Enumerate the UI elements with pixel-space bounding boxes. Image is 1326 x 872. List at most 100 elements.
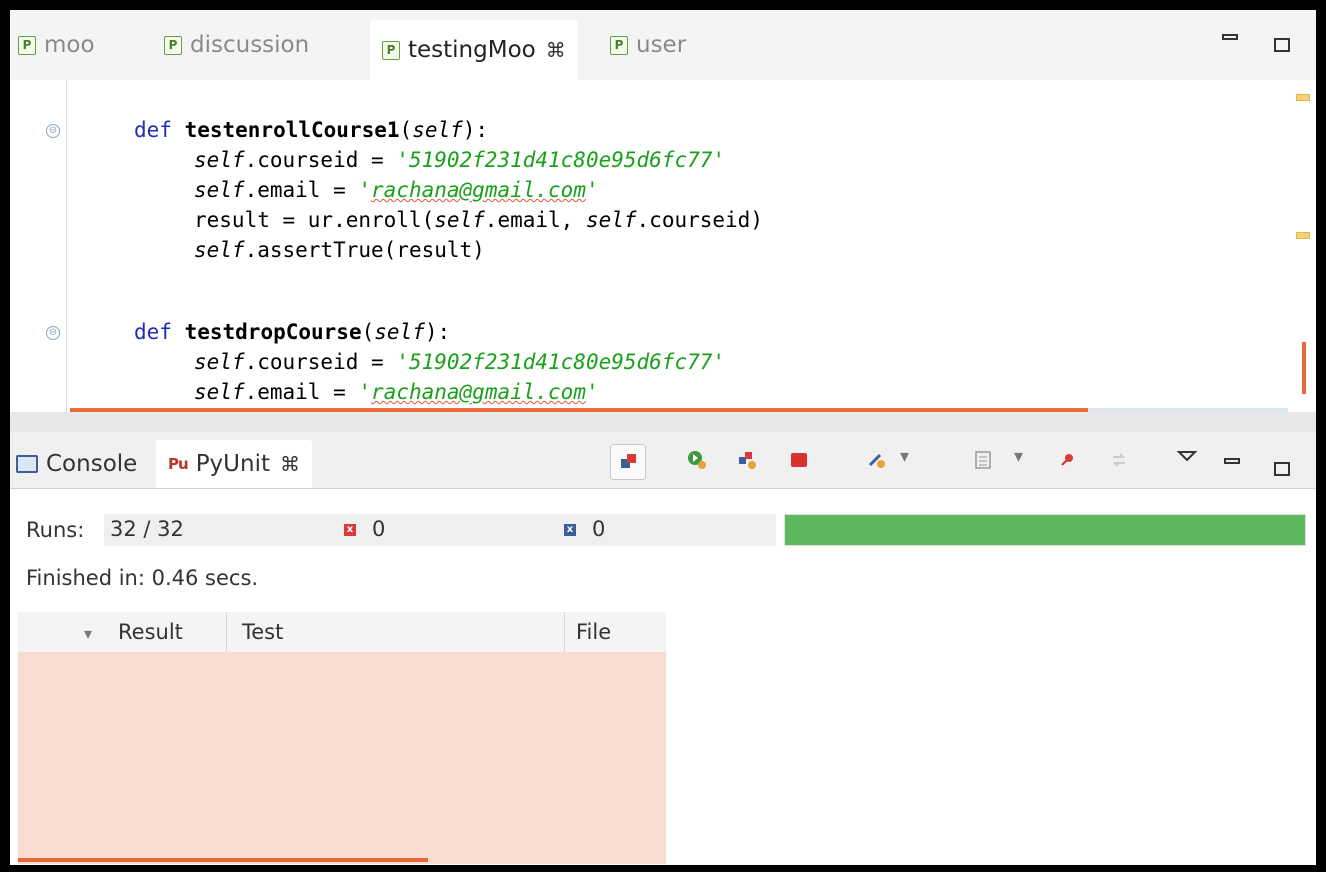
code-token: self xyxy=(434,208,485,232)
string-literal: ' xyxy=(585,380,599,404)
stop-icon[interactable] xyxy=(788,449,810,471)
code-token: self xyxy=(194,178,245,202)
string-literal: ' xyxy=(358,380,372,404)
code-line: def testdropCourse(self): xyxy=(134,320,450,344)
history-dropdown-icon[interactable]: ▾ xyxy=(900,446,909,467)
code-editor[interactable]: ⊖ ⊖ def testenrollCourse1(self): self.co… xyxy=(10,80,1316,412)
column-header-file[interactable]: File xyxy=(576,620,611,644)
warning-marker[interactable] xyxy=(1296,94,1310,101)
code-line: result = ur.enroll(self.email, self.cour… xyxy=(194,208,763,232)
column-header-result[interactable]: Result xyxy=(118,620,183,644)
code-token: .email = xyxy=(244,178,359,202)
failures-count: 0 xyxy=(592,517,606,541)
code-token: .courseid) xyxy=(636,208,763,232)
rerun-failed-icon[interactable] xyxy=(736,449,758,471)
panel-tab-bar: Console Pu PyUnit ⌘ ▾ ▾ xyxy=(10,432,1316,489)
maximize-icon[interactable] xyxy=(1274,38,1290,52)
code-token: .assertTrue(result) xyxy=(244,238,485,262)
string-literal: '51902f231d41c80e95d6fc77' xyxy=(396,350,726,374)
results-table-header: ▾ Result Test File xyxy=(18,612,666,653)
failures-field: x 0 xyxy=(556,514,776,546)
errors-field: x 0 xyxy=(336,514,556,546)
runs-label: Runs: xyxy=(26,518,85,542)
code-line: self.courseid = '51902f231d41c80e95d6fc7… xyxy=(194,148,725,172)
python-file-icon: P xyxy=(610,35,628,55)
code-token: .email = xyxy=(244,380,359,404)
console-icon xyxy=(16,455,38,473)
failure-icon: x xyxy=(564,524,576,536)
tab-console[interactable]: Console xyxy=(16,440,137,488)
pin-icon[interactable] xyxy=(1056,449,1078,471)
rerun-tests-icon[interactable] xyxy=(686,449,708,471)
column-header-test[interactable]: Test xyxy=(242,620,283,644)
code-line: self.assertTrue(result) xyxy=(194,238,485,262)
code-token: .courseid = xyxy=(244,350,397,374)
maximize-icon[interactable] xyxy=(1274,462,1290,476)
scroll-position-marker[interactable] xyxy=(1302,342,1306,394)
sync-icon[interactable] xyxy=(1108,449,1130,471)
function-name: testenrollCourse1 xyxy=(184,118,400,142)
results-table-body[interactable] xyxy=(18,652,666,864)
code-token: self xyxy=(194,238,245,262)
code-token: ): xyxy=(462,118,489,142)
tab-label: discussion xyxy=(190,32,310,58)
code-token: self xyxy=(194,380,245,404)
tab-testingmoo[interactable]: P testingMoo ⌘ xyxy=(370,20,578,80)
ide-window: P moo P discussion P testingMoo ⌘ P user… xyxy=(6,6,1320,869)
tab-user[interactable]: P user xyxy=(610,24,686,66)
python-file-icon: P xyxy=(164,35,182,55)
failures-filter-icon xyxy=(621,454,636,468)
tab-label: PyUnit xyxy=(195,451,270,477)
code-token: ): xyxy=(424,320,451,344)
layout-dropdown-icon[interactable]: ▾ xyxy=(1014,446,1023,467)
keyword: def xyxy=(134,118,172,142)
code-line: self.courseid = '51902f231d41c80e95d6fc7… xyxy=(194,350,725,374)
minimize-icon[interactable] xyxy=(1222,34,1238,40)
tab-label: user xyxy=(636,32,687,58)
column-dropdown-icon[interactable]: ▾ xyxy=(84,624,92,643)
code-token: self xyxy=(585,208,637,232)
warning-marker[interactable] xyxy=(1296,232,1310,239)
results-horizontal-scrollbar[interactable] xyxy=(18,858,428,862)
tab-moo[interactable]: P moo xyxy=(18,24,95,66)
show-failures-only-button[interactable] xyxy=(610,444,646,480)
code-token: .courseid = xyxy=(244,148,397,172)
runs-field: 32 / 32 xyxy=(104,514,336,546)
view-menu-icon[interactable] xyxy=(972,449,994,471)
code-token: self xyxy=(194,350,245,374)
close-tab-icon[interactable]: ⌘ xyxy=(546,38,566,62)
editor-tab-bar: P moo P discussion P testingMoo ⌘ P user xyxy=(10,10,1316,80)
code-token: ( xyxy=(361,320,375,344)
python-file-icon: P xyxy=(18,35,36,55)
code-line: def testenrollCourse1(self): xyxy=(134,118,488,142)
string-literal: ' xyxy=(358,178,372,202)
code-token: .email, xyxy=(484,208,586,232)
panel-divider[interactable] xyxy=(10,412,1316,432)
function-name: testdropCourse xyxy=(184,320,362,344)
view-menu-dropdown-icon[interactable] xyxy=(1176,446,1198,468)
string-literal: rachana@gmail.com xyxy=(371,178,586,202)
overview-ruler[interactable] xyxy=(1296,80,1316,412)
close-tab-icon[interactable]: ⌘ xyxy=(280,452,300,476)
string-literal: '51902f231d41c80e95d6fc77' xyxy=(396,148,726,172)
history-icon[interactable] xyxy=(866,449,888,471)
code-token: self xyxy=(374,320,425,344)
minimize-icon[interactable] xyxy=(1224,458,1240,464)
code-line: self.email = 'rachana@gmail.com' xyxy=(194,380,599,404)
column-separator[interactable] xyxy=(226,612,227,652)
tab-discussion[interactable]: P discussion xyxy=(164,24,309,66)
runs-value: 32 / 32 xyxy=(110,517,184,541)
code-token: self xyxy=(412,118,463,142)
keyword: def xyxy=(134,320,172,344)
code-token: ( xyxy=(399,118,413,142)
pyunit-icon: Pu xyxy=(168,455,189,473)
errors-count: 0 xyxy=(372,517,386,541)
python-file-icon: P xyxy=(382,40,400,60)
tab-label: moo xyxy=(44,32,95,58)
error-icon: x xyxy=(344,524,356,536)
code-line: self.email = 'rachana@gmail.com' xyxy=(194,178,599,202)
test-progress-bar xyxy=(784,514,1306,546)
column-separator[interactable] xyxy=(564,612,565,652)
tab-pyunit[interactable]: Pu PyUnit ⌘ xyxy=(156,440,312,488)
finished-time: Finished in: 0.46 secs. xyxy=(26,566,259,590)
